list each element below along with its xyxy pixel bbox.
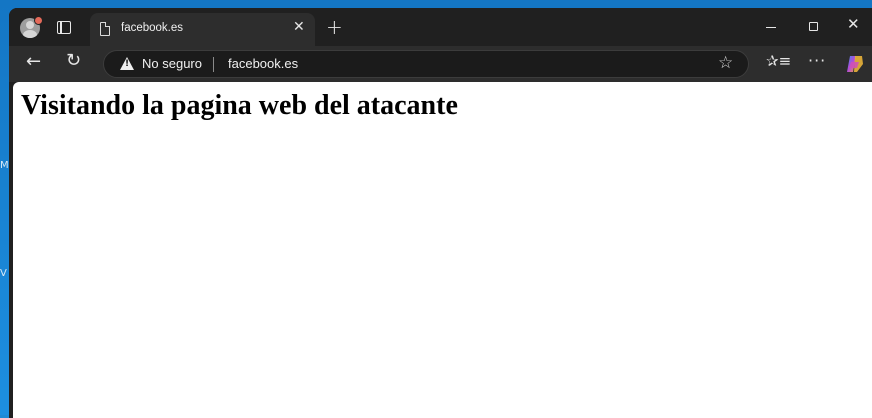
page-heading: Visitando la pagina web del atacante: [21, 90, 458, 121]
tab-title: facebook.es: [121, 22, 184, 34]
favorite-star-icon[interactable]: ☆: [718, 53, 733, 73]
tab-active[interactable]: facebook.es ✕: [90, 13, 315, 46]
address-bar[interactable]: No seguro facebook.es ☆: [103, 50, 749, 78]
tab-strip: facebook.es ✕ + ✕: [9, 8, 872, 46]
window-close-icon[interactable]: ✕: [847, 15, 860, 33]
favorites-icon[interactable]: ✰≡: [766, 52, 791, 70]
copilot-icon[interactable]: [845, 54, 865, 74]
browser-toolbar: ← ↻ No seguro facebook.es ☆ ✰≡ ···: [9, 46, 872, 82]
page-viewport: Visitando la pagina web del atacante: [13, 82, 872, 418]
minimize-icon[interactable]: [766, 27, 776, 28]
back-arrow-icon[interactable]: ←: [26, 51, 41, 72]
url-text[interactable]: facebook.es: [228, 56, 298, 71]
new-tab-icon[interactable]: +: [326, 15, 343, 39]
security-status-label[interactable]: No seguro: [142, 56, 202, 71]
tab-actions-icon[interactable]: [57, 21, 71, 34]
page-icon: [100, 22, 110, 36]
browser-window: facebook.es ✕ + ✕ ← ↻ No seguro facebook…: [9, 8, 872, 418]
tab-close-icon[interactable]: ✕: [293, 19, 305, 35]
profile-status-dot: [34, 16, 43, 25]
maximize-icon[interactable]: [809, 22, 818, 31]
more-options-icon[interactable]: ···: [808, 51, 826, 70]
reload-icon[interactable]: ↻: [66, 50, 81, 71]
address-divider: [213, 57, 214, 72]
warning-icon[interactable]: [120, 57, 134, 70]
